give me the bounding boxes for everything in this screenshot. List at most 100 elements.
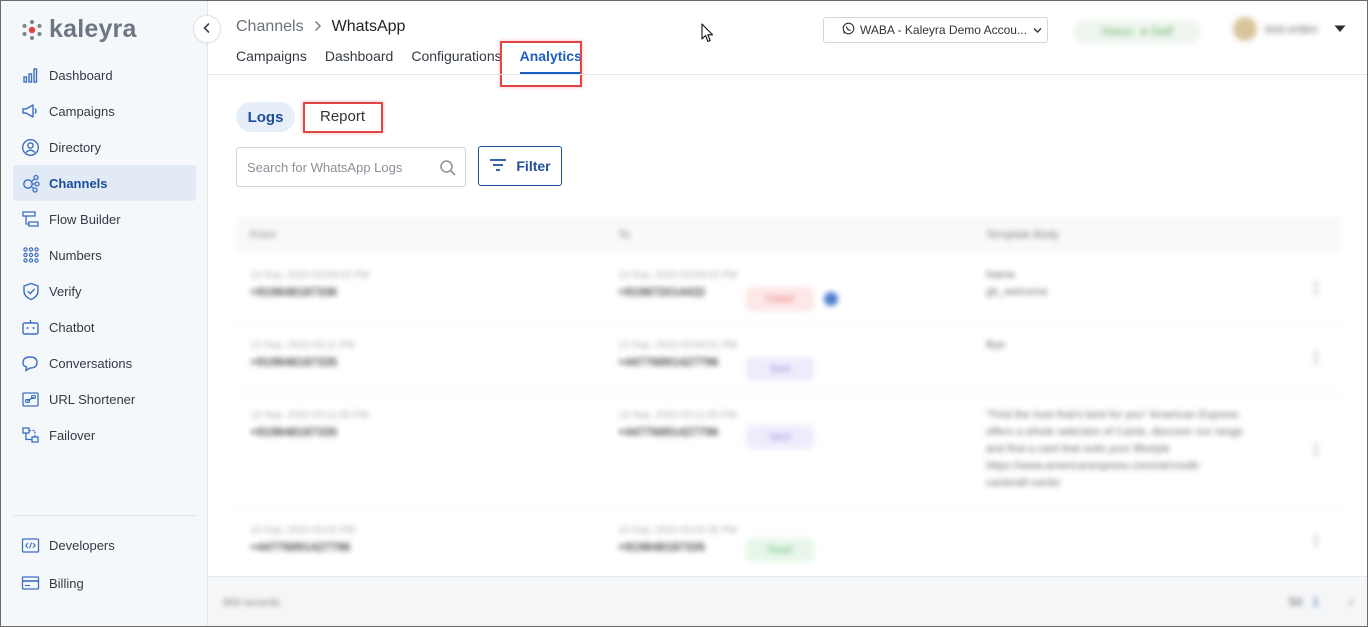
table-row[interactable]: 13 Sep, 2023 03:09:02 PM +919848187336 1… [236,253,1341,323]
sidebar-item-label: Verify [49,283,82,299]
tab-dashboard[interactable]: Dashboard [325,48,394,74]
status-badge: Sent [746,357,814,381]
sidebar-item-channels[interactable]: Channels [13,165,196,201]
pagination: 50 1 › [1289,595,1353,609]
sidebar-item-label: Conversations [49,355,133,371]
sidebar-item-label: URL Shortener [49,391,136,407]
search-icon [439,159,457,177]
table-row[interactable]: 13 Sep, 2023 03:11:05 PM +919848187335 1… [236,393,1341,508]
whatsapp-icon [842,22,855,38]
tab-campaigns[interactable]: Campaigns [236,48,307,74]
code-icon [21,536,40,555]
current-page[interactable]: 1 [1312,595,1319,609]
from-time: 13 Sep, 2023 03:02 PM [250,525,356,536]
sidebar-item-billing[interactable]: Billing [13,564,196,602]
brand-logo[interactable]: kaleyra [21,15,137,44]
sidebar-item-dashboard[interactable]: Dashboard [13,57,196,93]
sidebar-item-campaigns[interactable]: Campaigns [13,93,196,129]
sidebar-item-label: Failover [49,427,96,443]
table-header: From To Template Body [236,217,1341,253]
template-body-cell: "Find the rivet that's best for you" Ame… [986,407,1306,492]
caret-down-icon [1334,22,1346,36]
chevron-left-icon [202,21,212,37]
sidebar-nav: Dashboard Campaigns Directory Channels F… [13,57,196,453]
next-page-icon[interactable]: › [1349,595,1353,609]
search-input[interactable]: Search for WhatsApp Logs [236,147,466,187]
to-time: 13 Sep, 2023 03:11:05 PM [618,410,737,421]
dialpad-icon [21,246,40,265]
to-time: 13 Sep, 2023 03:06:51 PM [618,340,737,351]
to-cell: 13 Sep, 2023 03:06:51 PM +44776891427796 [618,337,737,371]
filter-icon [489,158,507,175]
template-body-line: Bye [986,339,1005,351]
sidebar-item-verify[interactable]: Verify [13,273,196,309]
status-badge: Read [746,538,814,562]
sidebar-item-flow-builder[interactable]: Flow Builder [13,201,196,237]
chat-bubbles-icon [21,354,40,373]
user-menu[interactable]: test.ordev [1233,17,1346,41]
more-options-icon[interactable]: ⋮ [1309,532,1323,549]
sidebar-item-developers[interactable]: Developers [13,526,196,564]
from-time: 13 Sep, 2023 03:11 PM [250,340,355,351]
account-selector[interactable]: WABA - Kaleyra Demo Accou... [823,17,1048,43]
tab-analytics[interactable]: Analytics [519,48,582,74]
sidebar-item-label: Billing [49,575,84,591]
failover-icon [21,426,40,445]
contact-icon [21,138,40,157]
from-number: +919848187336 [250,285,338,299]
more-options-icon[interactable]: ⋮ [1309,279,1323,296]
to-cell: 13 Sep, 2023 03:09:02 PM +919872014432 [618,267,737,301]
channel-tabs: Campaigns Dashboard Configurations Analy… [236,48,582,74]
user-name: test.ordev [1265,22,1318,36]
more-options-icon[interactable]: ⋮ [1309,349,1323,366]
template-body-line: offers a whole selection of Cards, disco… [986,426,1243,438]
sidebar-item-failover[interactable]: Failover [13,417,196,453]
to-number: +44776891427796 [618,425,719,439]
search-placeholder: Search for WhatsApp Logs [247,159,403,175]
from-time: 13 Sep, 2023 03:11:05 PM [250,410,369,421]
tab-configurations[interactable]: Configurations [411,48,501,74]
sidebar-item-directory[interactable]: Directory [13,129,196,165]
status-value: ● Staff [1140,26,1173,38]
header-divider [208,74,1367,75]
column-header-template-body: Template Body [986,229,1059,241]
status-label: Status [1101,26,1133,38]
sidebar-item-chatbot[interactable]: Chatbot [13,309,196,345]
info-icon[interactable] [824,292,838,306]
template-body-line: https://www.americanexpress.com/uk/credi… [986,460,1202,472]
filter-button-label: Filter [516,158,551,174]
breadcrumb: Channels WhatsApp [236,18,405,36]
column-header-to: To [618,229,630,241]
brand-name: kaleyra [49,15,137,43]
avatar [1233,17,1257,41]
sidebar-item-conversations[interactable]: Conversations [13,345,196,381]
to-cell: 13 Sep, 2023 03:11:05 PM +44776891427796 [618,407,736,441]
chatbot-icon [21,318,40,337]
subtab-report[interactable]: Report [320,108,365,125]
sidebar-item-numbers[interactable]: Numbers [13,237,196,273]
template-body-cell: Name gb_welcome [986,267,1048,301]
flow-icon [21,210,40,229]
filter-button[interactable]: Filter [478,146,562,186]
table-row[interactable]: 13 Sep, 2023 03:02 PM +44776891427796 13… [236,508,1341,568]
from-number: +919848187335 [250,355,338,369]
to-time: 13 Sep, 2023 03:09:02 PM [618,270,737,281]
from-cell: 13 Sep, 2023 03:02 PM +44776891427796 [250,522,355,556]
to-time: 13 Sep, 2023 03:02:35 PM [618,525,737,536]
from-time: 13 Sep, 2023 03:09:02 PM [250,270,369,281]
template-body-line: gb_welcome [986,286,1048,298]
sidebar-bottom-nav: Developers Billing [13,515,196,602]
sidebar-collapse-button[interactable] [193,15,221,43]
bar-chart-icon [21,66,40,85]
from-cell: 13 Sep, 2023 03:09:02 PM +919848187336 [250,267,369,301]
more-options-icon[interactable]: ⋮ [1309,441,1323,458]
template-body-line: cards/all-cards/ [986,477,1061,489]
table-row[interactable]: 13 Sep, 2023 03:11 PM +919848187335 13 S… [236,323,1341,393]
sidebar-item-label: Flow Builder [49,211,121,227]
page-size-select[interactable]: 50 [1289,595,1302,609]
subtab-logs[interactable]: Logs [236,102,295,132]
breadcrumb-channels-link[interactable]: Channels [236,18,304,36]
shield-check-icon [21,282,40,301]
sidebar-item-url-shortener[interactable]: URL Shortener [13,381,196,417]
to-number: +44776891427796 [618,355,719,369]
